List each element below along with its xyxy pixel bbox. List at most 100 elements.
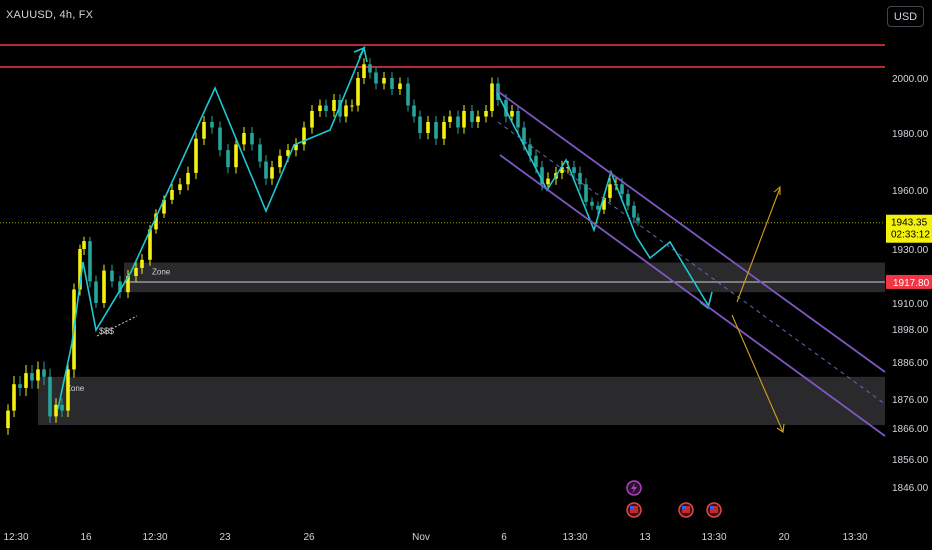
candle-body [368, 64, 372, 73]
liquidity-label: $$$ [99, 326, 114, 336]
candle-body [324, 105, 328, 111]
candle-body [418, 116, 422, 133]
candle [24, 364, 28, 397]
candle-body [426, 122, 430, 133]
candle [6, 404, 10, 435]
price-chart[interactable]: ZoneZone $$$ 2000.001980.001960.001930.0… [0, 0, 932, 550]
time-tick-label: 23 [219, 532, 231, 543]
candle-body [596, 205, 600, 210]
candle-body [36, 369, 40, 381]
candle [258, 138, 262, 168]
candle-body [608, 184, 612, 198]
candle [82, 236, 86, 255]
candle-body [626, 193, 630, 206]
candle [470, 104, 474, 129]
price-tick-label: 1960.00 [892, 186, 929, 197]
candle [202, 115, 206, 145]
candle-body [310, 111, 314, 128]
candle [412, 99, 416, 123]
candle-body [398, 83, 402, 89]
candle [418, 110, 422, 140]
time-tick-label: 13:30 [842, 532, 867, 543]
candle-body [250, 133, 254, 145]
candle [194, 132, 198, 180]
candle-body [54, 404, 58, 417]
candle-body [178, 184, 182, 190]
event-icons-layer [626, 480, 722, 518]
candle [88, 236, 92, 288]
price-tick-label: 1846.00 [892, 483, 929, 494]
time-tick-label: 13 [639, 532, 651, 543]
time-tick-label: 12:30 [142, 532, 167, 543]
candle [426, 115, 430, 140]
currency-button[interactable]: USD [887, 6, 924, 27]
candle [356, 71, 360, 112]
candle [12, 376, 16, 417]
candle-body [442, 122, 446, 139]
symbol-title[interactable]: XAUUSD, 4h, FX [6, 9, 93, 21]
candle-body [134, 267, 138, 276]
candle-body [382, 78, 386, 84]
candle [584, 178, 588, 207]
candle-body [390, 78, 394, 89]
candle [516, 104, 520, 134]
candle-body [620, 184, 624, 194]
candle-body [94, 281, 98, 303]
time-tick-label: 13:30 [562, 532, 587, 543]
candle [270, 160, 274, 185]
candle-body [186, 172, 190, 185]
candle-body [110, 270, 114, 282]
candle-body [42, 369, 46, 377]
candle-body [226, 150, 230, 168]
candle [490, 77, 494, 118]
candle [210, 115, 214, 134]
candle-body [170, 190, 174, 200]
candle-body [374, 72, 378, 84]
time-tick-label: 12:30 [3, 532, 28, 543]
zone-box [124, 262, 885, 293]
price-tick-label: 1930.00 [892, 245, 929, 256]
candle-body [60, 404, 64, 411]
candle-body [590, 201, 594, 206]
candle [294, 138, 298, 157]
candle-body [546, 178, 550, 185]
candle-body [258, 144, 262, 162]
candle [178, 178, 182, 195]
candle-body [434, 122, 438, 139]
candle-body [82, 241, 86, 249]
candle-body [12, 384, 16, 411]
candle [590, 197, 594, 211]
candle-body [516, 111, 520, 128]
price-tick-label: 1876.00 [892, 395, 929, 406]
candle-body [218, 127, 222, 151]
candle-body [350, 105, 354, 107]
candle-body [66, 369, 70, 411]
candle-body [318, 105, 322, 111]
candle-body [412, 105, 416, 117]
candle-body [476, 116, 480, 122]
candle [442, 115, 446, 145]
flag-icon-canton [682, 506, 686, 509]
candle [242, 126, 246, 151]
candle-body [242, 133, 246, 145]
current-price-label: 1943.35 [891, 218, 928, 229]
channel-upper [495, 89, 886, 373]
price-tick-label: 1910.00 [892, 299, 929, 310]
candle [434, 115, 438, 145]
candle [448, 110, 452, 129]
candle [324, 99, 328, 118]
candle [406, 77, 410, 112]
candle [250, 126, 254, 151]
flag-icon-canton [630, 506, 634, 509]
candle-body [202, 122, 206, 139]
candle [362, 58, 366, 85]
price-tick-label: 2000.00 [892, 74, 929, 85]
candle [368, 58, 372, 79]
candle-body [636, 217, 640, 222]
axes-layer: 2000.00 1980.00 1960.00 1930.00 1910.00 1898.… [3, 74, 932, 543]
candle [30, 364, 34, 389]
countdown-label: 02:33:12 [891, 230, 930, 241]
candle [264, 155, 268, 185]
candle [218, 121, 222, 157]
candle [48, 368, 52, 423]
